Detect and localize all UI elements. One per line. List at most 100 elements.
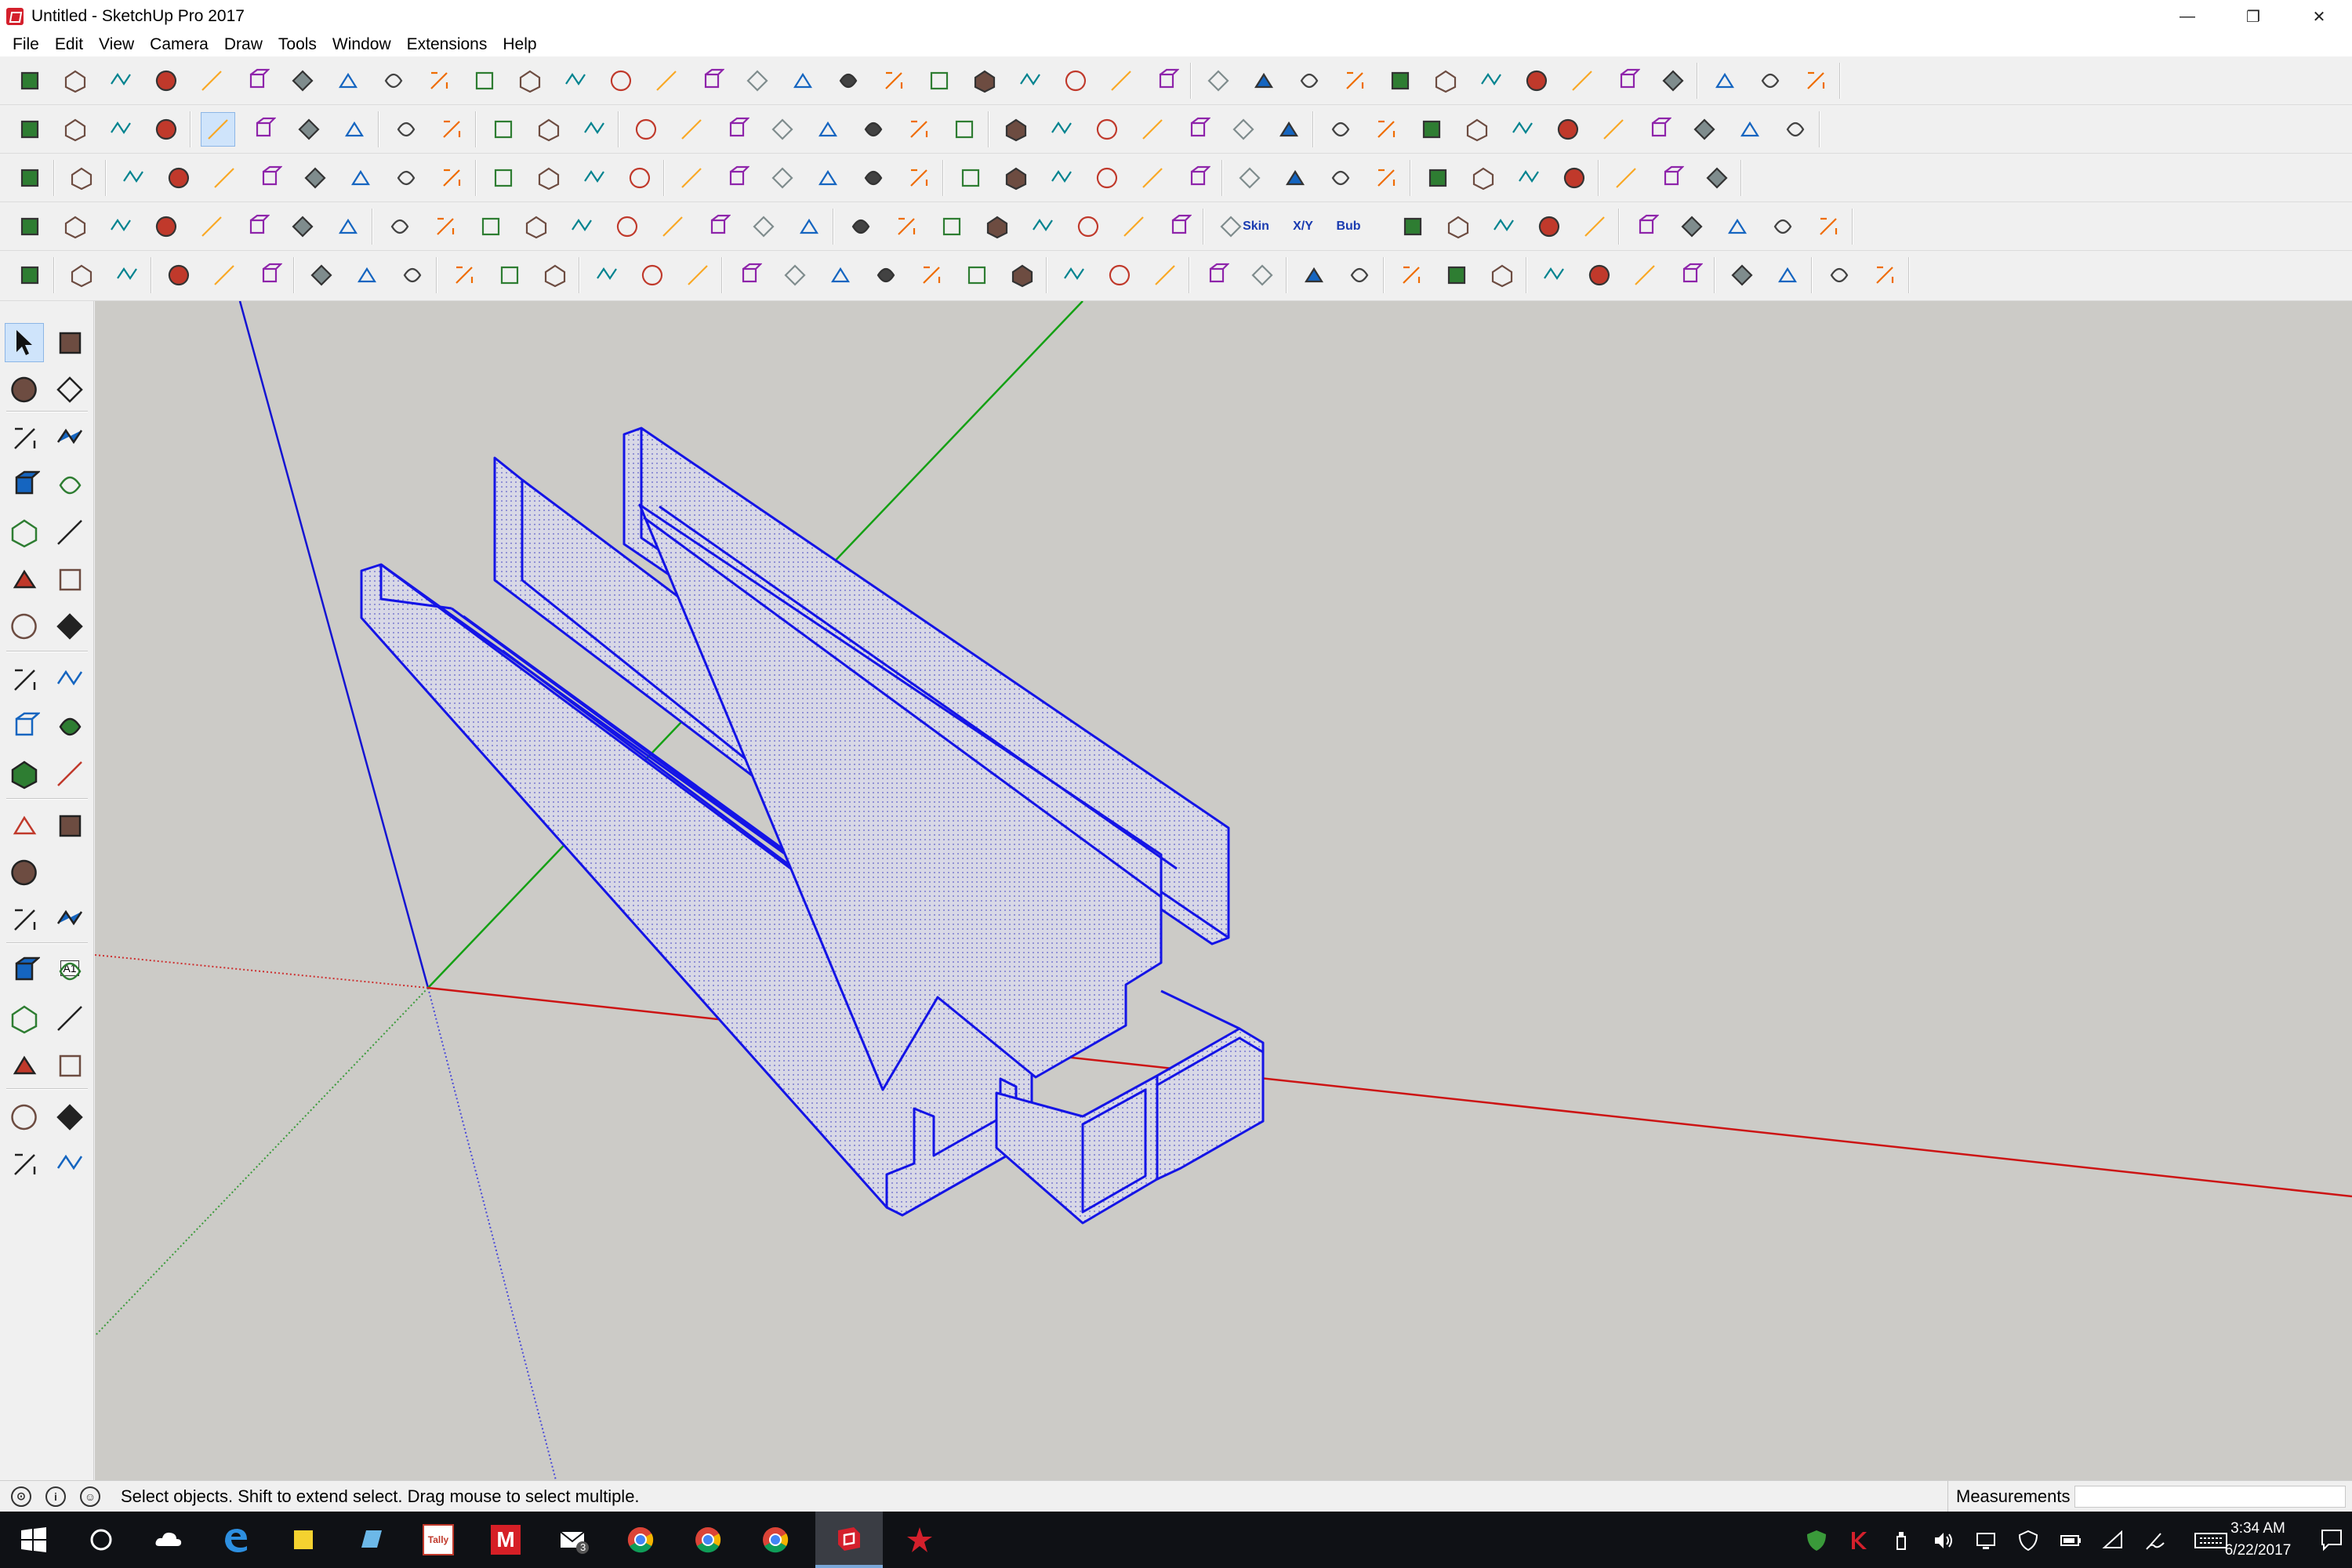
plugin-row4-button-38[interactable]	[1766, 209, 1800, 244]
position-camera-tool[interactable]	[5, 1098, 44, 1137]
plugin-row4-button-18[interactable]	[844, 209, 878, 244]
plugin-row1-button-3[interactable]	[149, 64, 183, 98]
plugin-row1-button-35[interactable]	[1610, 64, 1645, 98]
taskbar-sticky-notes[interactable]	[270, 1512, 337, 1568]
plugin-row4-button-3[interactable]	[149, 209, 183, 244]
plugin-row5-button-39[interactable]	[1867, 258, 1902, 292]
plugin-row4-button-5[interactable]	[240, 209, 274, 244]
paint-bucket-tool[interactable]	[50, 323, 89, 362]
plugin-row1-button-8[interactable]	[376, 64, 411, 98]
taskbar-app-blue[interactable]	[337, 1512, 405, 1568]
plugin-row2-button-11[interactable]	[532, 112, 566, 147]
plugin-row5-button-34[interactable]	[1628, 258, 1662, 292]
offset-tool[interactable]	[50, 754, 89, 793]
wifi-icon[interactable]	[2101, 1529, 2125, 1552]
plugin-row1-button-26[interactable]	[1201, 64, 1236, 98]
measurements-input[interactable]	[2074, 1486, 2346, 1508]
user-icon[interactable]: ☺	[80, 1486, 100, 1507]
right-block-mid-face[interactable]	[1081, 1088, 1147, 1214]
previous-view-tool[interactable]	[50, 1046, 89, 1085]
plugin-row3-button-25[interactable]	[1181, 161, 1215, 195]
plugin-row2-button-9[interactable]	[434, 112, 469, 147]
plugin-row2-button-17[interactable]	[811, 112, 845, 147]
plugin-row2-button-25[interactable]	[1181, 112, 1215, 147]
plugin-row2-button-22[interactable]	[1044, 112, 1079, 147]
plugin-row5-button-21[interactable]	[1005, 258, 1040, 292]
plugin-row5-button-29[interactable]	[1394, 258, 1428, 292]
plugin-row3-button-21[interactable]	[999, 161, 1033, 195]
close-button[interactable]: ✕	[2286, 0, 2352, 33]
plugin-row5-button-15[interactable]	[732, 258, 767, 292]
plugin-row3-button-24[interactable]	[1135, 161, 1170, 195]
plugin-row1-button-19[interactable]	[877, 64, 911, 98]
plugin-row2-button-14[interactable]	[674, 112, 709, 147]
plugin-row3-button-2[interactable]	[116, 161, 151, 195]
plugin-row3-button-17[interactable]	[811, 161, 845, 195]
bub-plugin-button[interactable]: Bub	[1331, 209, 1366, 244]
plugin-row2-button-7[interactable]	[337, 112, 372, 147]
plugin-row2-button-0[interactable]	[13, 112, 47, 147]
plugin-row4-button-9[interactable]	[428, 209, 463, 244]
plugin-row4-button-19[interactable]	[889, 209, 924, 244]
plugin-row4-button-16[interactable]	[746, 209, 781, 244]
plugin-row2-button-38[interactable]	[1778, 112, 1813, 147]
push-pull-tool[interactable]	[50, 660, 89, 699]
plugin-row3-button-18[interactable]	[856, 161, 891, 195]
plugin-row4-button-21[interactable]	[980, 209, 1014, 244]
pen-tray-icon[interactable]	[2143, 1529, 2167, 1552]
plugin-row2-button-21[interactable]	[999, 112, 1033, 147]
taskbar-chrome-3[interactable]	[742, 1512, 809, 1568]
plugin-row3-button-3[interactable]	[162, 161, 196, 195]
plugin-row5-button-6[interactable]	[304, 258, 339, 292]
scale-tool[interactable]	[5, 754, 44, 793]
plugin-row3-button-20[interactable]	[953, 161, 988, 195]
plugin-row5-button-24[interactable]	[1148, 258, 1182, 292]
plugin-row5-button-11[interactable]	[538, 258, 572, 292]
plugin-row2-button-20[interactable]	[947, 112, 982, 147]
menu-edit[interactable]: Edit	[47, 35, 91, 54]
select-tool[interactable]	[5, 323, 44, 362]
plugin-row3-button-36[interactable]	[1700, 161, 1734, 195]
plugin-row3-button-31[interactable]	[1466, 161, 1501, 195]
plugin-row1-button-37[interactable]	[1708, 64, 1742, 98]
taskbar-m-app[interactable]: M	[472, 1512, 539, 1568]
plugin-row1-button-10[interactable]	[467, 64, 502, 98]
plugin-row2-button-19[interactable]	[902, 112, 936, 147]
plugin-row5-button-26[interactable]	[1245, 258, 1279, 292]
plugin-row5-button-28[interactable]	[1342, 258, 1377, 292]
plugin-row5-button-9[interactable]	[447, 258, 481, 292]
plugin-row1-button-32[interactable]	[1474, 64, 1508, 98]
plugin-row4-button-23[interactable]	[1071, 209, 1105, 244]
kaspersky-tray-icon[interactable]	[1847, 1529, 1871, 1552]
volume-icon[interactable]	[1932, 1529, 1955, 1552]
rotated-rect-tool[interactable]	[50, 466, 89, 505]
plugin-row3-button-33[interactable]	[1557, 161, 1592, 195]
usb-tray-icon[interactable]	[1889, 1529, 1913, 1552]
plugin-row3-button-22[interactable]	[1044, 161, 1079, 195]
plugin-row1-button-12[interactable]	[558, 64, 593, 98]
plugin-row3-button-11[interactable]	[532, 161, 566, 195]
plugin-row4-button-20[interactable]	[935, 209, 969, 244]
plugin-row2-button-36[interactable]	[1687, 112, 1722, 147]
plugin-row3-button-15[interactable]	[720, 161, 754, 195]
plugin-row4-button-2[interactable]	[103, 209, 138, 244]
plugin-row5-button-33[interactable]	[1582, 258, 1617, 292]
plugin-row3-button-35[interactable]	[1654, 161, 1689, 195]
look-around-tool[interactable]	[50, 1098, 89, 1137]
plugin-row3-button-30[interactable]	[1421, 161, 1455, 195]
section-plane-tool[interactable]	[50, 1145, 89, 1184]
plugin-row2-button-5[interactable]	[246, 112, 281, 147]
plugin-row5-button-7[interactable]	[350, 258, 384, 292]
plugin-row3-button-12[interactable]	[577, 161, 612, 195]
taskbar-chrome-1[interactable]	[607, 1512, 674, 1568]
plugin-row1-button-22[interactable]	[1013, 64, 1047, 98]
plugin-row2-button-18[interactable]	[856, 112, 891, 147]
plugin-row1-button-0[interactable]	[13, 64, 47, 98]
plugin-row2-button-24[interactable]	[1135, 112, 1170, 147]
plugin-row1-button-30[interactable]	[1383, 64, 1417, 98]
plugin-row1-button-24[interactable]	[1104, 64, 1138, 98]
menu-window[interactable]: Window	[325, 35, 399, 54]
3d-text-tool[interactable]	[50, 900, 89, 939]
plugin-row3-button-13[interactable]	[622, 161, 657, 195]
plugin-row1-button-16[interactable]	[740, 64, 775, 98]
